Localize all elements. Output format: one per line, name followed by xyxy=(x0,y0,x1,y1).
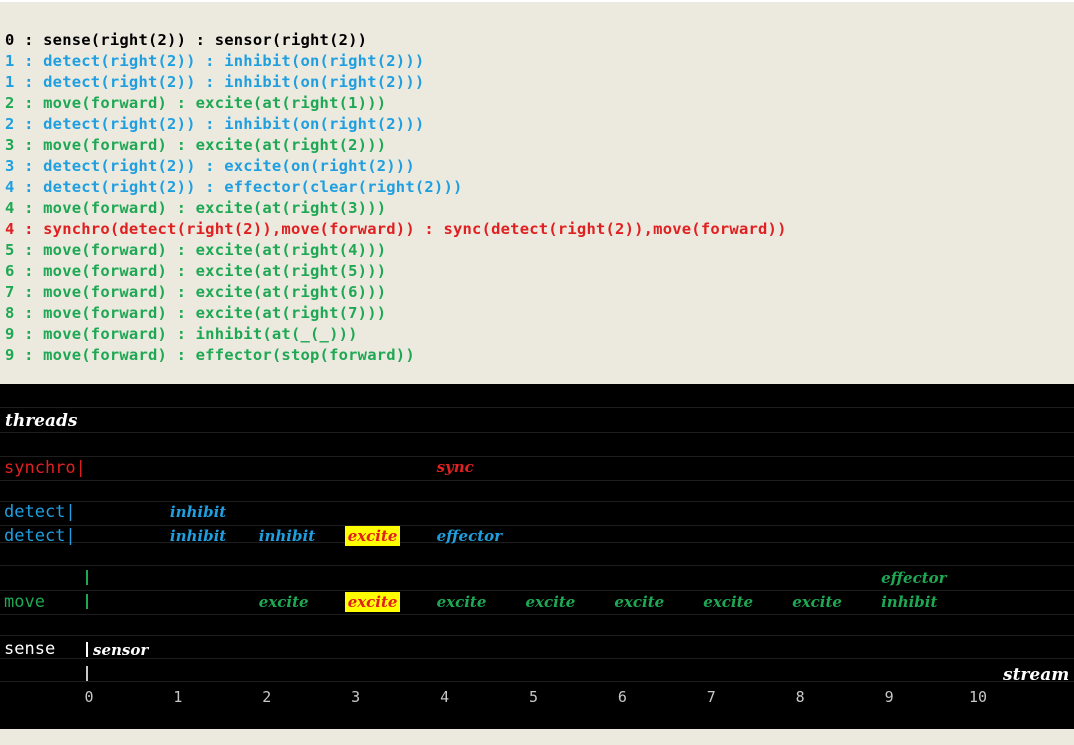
event-synchro-sync: sync xyxy=(436,458,474,476)
axis-tick-label: 0 xyxy=(84,688,94,706)
log-line: 2 : move(forward) : excite(at(right(1))) xyxy=(5,94,387,112)
thread-label-synchro: synchro| xyxy=(4,458,86,478)
axis-origin-bar xyxy=(86,666,88,681)
row-divider xyxy=(0,681,1074,682)
move-thread-bar xyxy=(86,570,88,585)
move-thread-bar xyxy=(86,594,88,609)
event-move-excite: excite xyxy=(792,593,842,611)
thread-label-move: move xyxy=(4,592,45,612)
event-move-excite: excite xyxy=(525,593,576,611)
event-move_top-effector: effector xyxy=(881,569,947,587)
row-divider xyxy=(0,542,1074,543)
event-sense-sensor: sensor xyxy=(93,641,149,659)
event-detect2-inhibit: inhibit xyxy=(258,527,316,545)
row-divider xyxy=(0,432,1074,433)
log-line: 4 : synchro(detect(right(2)),move(forwar… xyxy=(5,220,787,238)
row-divider xyxy=(0,590,1074,591)
stream-label: stream xyxy=(1003,665,1070,685)
row-divider xyxy=(0,501,1074,502)
thread-label-detect2: detect| xyxy=(4,526,76,546)
row-divider xyxy=(0,565,1074,566)
event-detect1-inhibit: inhibit xyxy=(169,503,227,521)
log-line: 8 : move(forward) : excite(at(right(7))) xyxy=(5,304,387,322)
row-divider xyxy=(0,407,1074,408)
event-move-excite: excite xyxy=(258,593,309,611)
axis-tick-label: 4 xyxy=(440,688,450,706)
thread-label-sense: sense xyxy=(4,639,56,659)
event-move-excite: excite xyxy=(703,593,754,611)
axis-tick-label: 10 xyxy=(968,688,988,706)
log-line: 9 : move(forward) : inhibit(at(_(_))) xyxy=(5,325,358,343)
log-line: 1 : detect(right(2)) : inhibit(on(right(… xyxy=(5,73,425,91)
event-log: 0 : sense(right(2)) : sensor(right(2)) 1 … xyxy=(0,0,1074,386)
threads-title: threads xyxy=(5,411,78,431)
log-line: 3 : detect(right(2)) : excite(on(right(2… xyxy=(5,157,415,175)
log-line: 5 : move(forward) : excite(at(right(4))) xyxy=(5,241,387,259)
threads-panel: threads stream synchro| detect| detect| mov… xyxy=(0,384,1074,729)
row-divider xyxy=(0,480,1074,481)
axis-tick-label: 8 xyxy=(795,688,805,706)
axis-tick-label: 5 xyxy=(528,688,539,706)
event-detect2-excite: excite xyxy=(344,526,401,546)
row-divider xyxy=(0,525,1074,526)
log-line: 7 : move(forward) : excite(at(right(6))) xyxy=(5,283,387,301)
row-divider xyxy=(0,614,1074,615)
axis-tick-label: 3 xyxy=(351,688,361,706)
event-move-excite: excite xyxy=(614,593,665,611)
axis-tick-label: 2 xyxy=(262,688,272,706)
log-line: 2 : detect(right(2)) : inhibit(on(right(… xyxy=(5,115,425,133)
event-move-inhibit: inhibit xyxy=(881,593,938,611)
event-move-excite: excite xyxy=(344,592,401,612)
log-line: 9 : move(forward) : effector(stop(forwar… xyxy=(5,346,415,364)
log-line: 4 : detect(right(2)) : effector(clear(ri… xyxy=(5,178,463,196)
row-divider xyxy=(0,635,1074,636)
axis-tick-label: 1 xyxy=(173,688,183,706)
row-divider xyxy=(0,456,1074,457)
event-detect2-effector: effector xyxy=(436,527,503,545)
thread-label-detect1: detect| xyxy=(4,502,76,522)
row-divider xyxy=(0,658,1074,659)
log-line: 1 : detect(right(2)) : inhibit(on(right(… xyxy=(5,52,425,70)
sense-thread-bar xyxy=(86,642,88,657)
event-move-excite: excite xyxy=(436,593,487,611)
axis-tick-label: 7 xyxy=(706,688,716,706)
bottom-strip xyxy=(0,729,1074,745)
event-detect2-inhibit: inhibit xyxy=(169,527,227,545)
log-line: 4 : move(forward) : excite(at(right(3))) xyxy=(5,199,387,217)
axis-tick-label: 9 xyxy=(884,688,894,706)
log-line: 3 : move(forward) : excite(at(right(2))) xyxy=(5,136,387,154)
axis-tick-label: 6 xyxy=(617,688,627,706)
log-line: 6 : move(forward) : excite(at(right(5))) xyxy=(5,262,387,280)
log-line: 0 : sense(right(2)) : sensor(right(2)) xyxy=(5,31,368,49)
